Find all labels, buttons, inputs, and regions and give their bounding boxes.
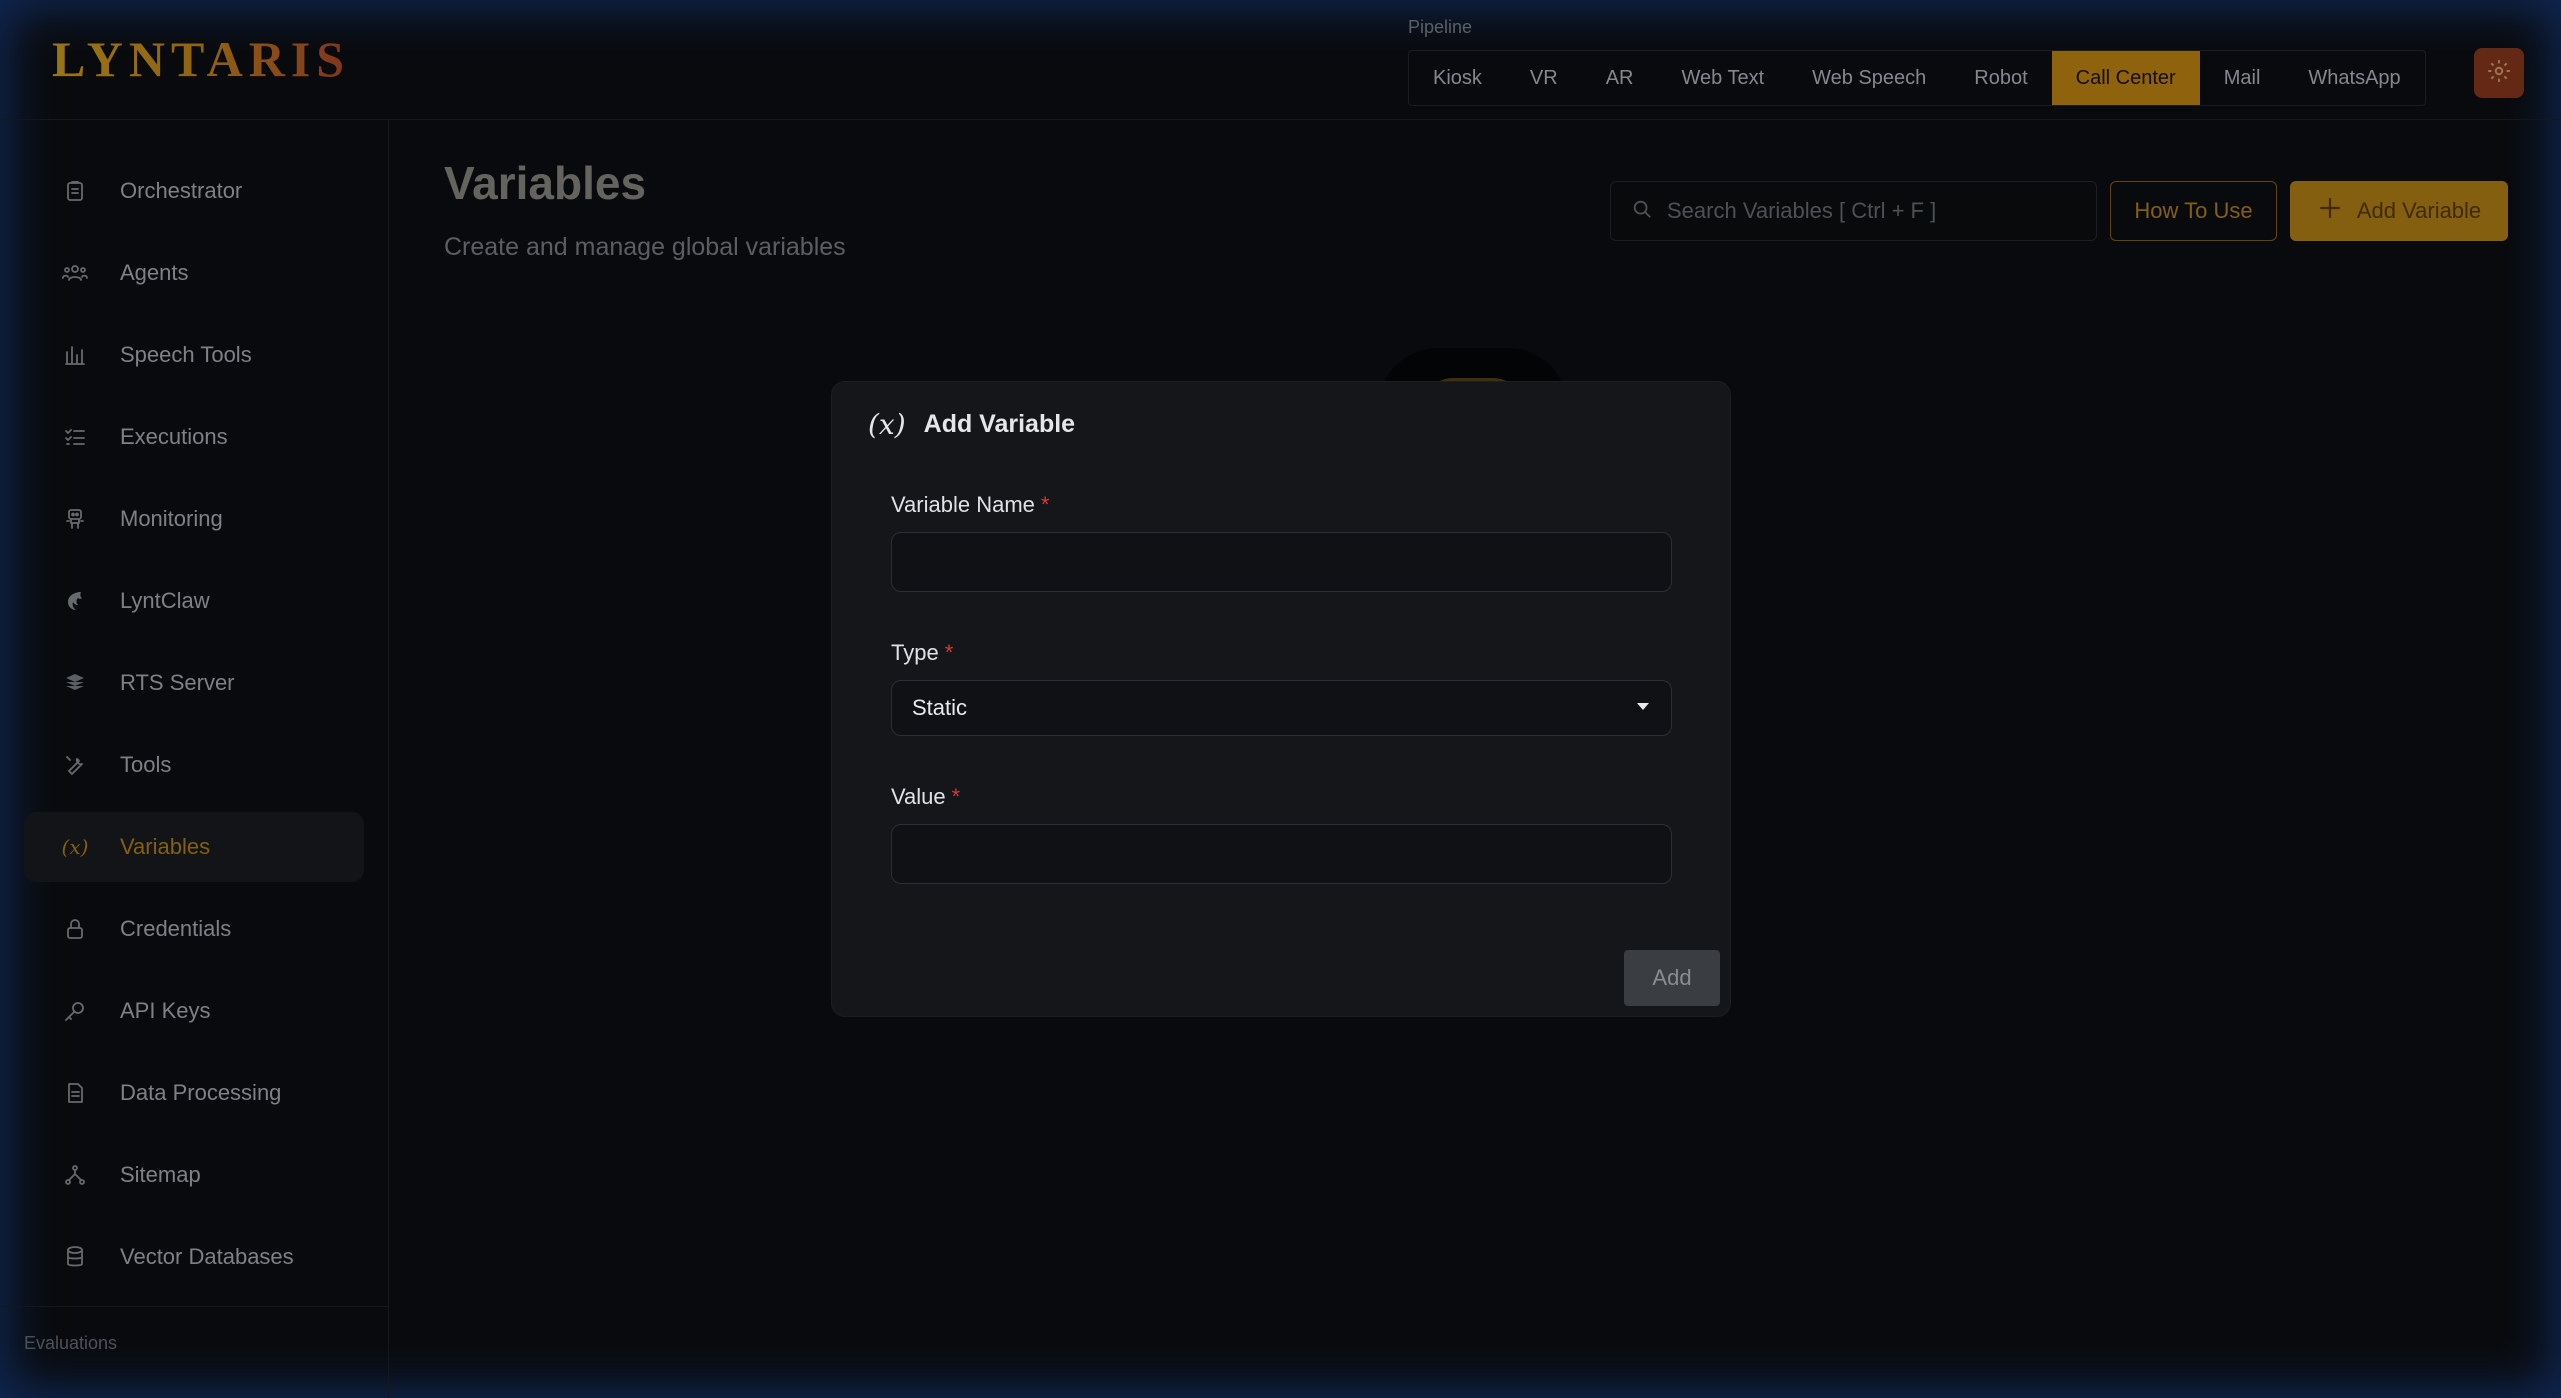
app-window: LYNTARIS Pipeline Kiosk VR AR Web Text Web S… (0, 0, 2561, 1398)
caret-down-icon (1635, 699, 1651, 717)
type-label-text: Type (891, 640, 939, 665)
modal-header: (x) Add Variable (868, 408, 1075, 441)
variable-icon: (x) (868, 408, 906, 441)
type-label: Type * (891, 640, 953, 666)
add-variable-modal: (x) Add Variable Variable Name * Type * St… (831, 381, 1731, 1017)
type-select[interactable]: Static (891, 680, 1672, 736)
value-label-text: Value (891, 784, 946, 809)
value-label: Value * (891, 784, 960, 810)
required-mark: * (951, 784, 961, 809)
variable-name-input[interactable] (891, 532, 1672, 592)
modal-title: Add Variable (923, 410, 1076, 438)
variable-name-label: Variable Name * (891, 492, 1049, 518)
type-select-value: Static (912, 695, 968, 720)
value-input[interactable] (891, 824, 1672, 884)
required-mark: * (944, 640, 954, 665)
variable-name-label-text: Variable Name (891, 492, 1035, 517)
required-mark: * (1040, 492, 1050, 517)
modal-add-button[interactable]: Add (1624, 950, 1720, 1006)
